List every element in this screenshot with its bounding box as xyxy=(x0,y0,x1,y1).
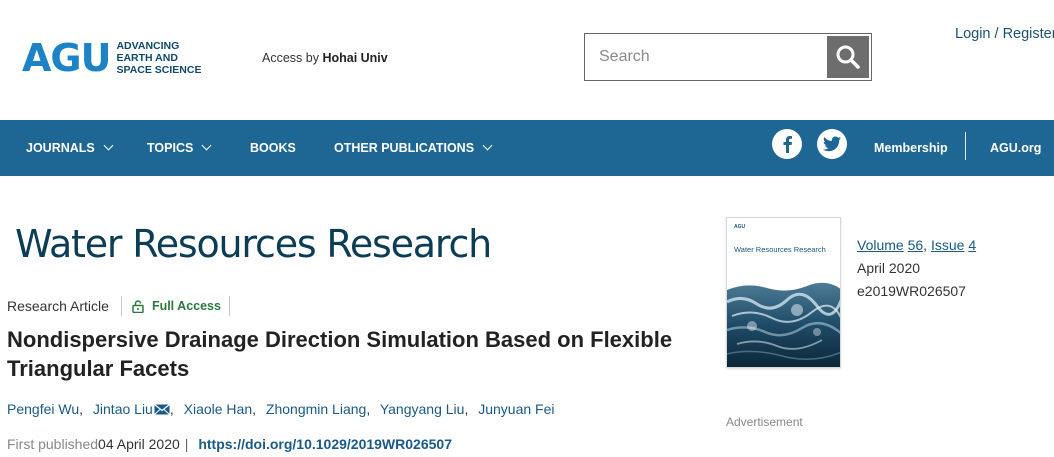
facebook-icon xyxy=(783,136,792,153)
issue-number-link[interactable]: 4 xyxy=(968,237,976,253)
nav-membership[interactable]: Membership xyxy=(874,120,948,176)
tagline-line-1: ADVANCING xyxy=(116,40,180,52)
twitter-link[interactable] xyxy=(817,129,847,159)
issue-date: April 2020 xyxy=(857,260,921,276)
nav-journals[interactable]: JOURNALS xyxy=(26,120,114,176)
issue-link[interactable]: Issue xyxy=(931,237,964,253)
nav-journals-label: JOURNALS xyxy=(26,141,95,155)
corresponding-author-mail-icon[interactable] xyxy=(153,402,170,415)
search-box xyxy=(584,33,872,81)
main-nav: JOURNALS TOPICS BOOKS OTHER PUBLICATIONS… xyxy=(0,120,1054,176)
cover-logo: AGU xyxy=(734,224,746,230)
cover-title: Water Resources Research xyxy=(734,245,826,254)
search-input[interactable] xyxy=(585,34,827,80)
tagline-line-3: SPACE SCIENCE xyxy=(116,64,202,76)
chevron-down-icon xyxy=(201,140,212,150)
doi-link[interactable]: https://doi.org/10.1029/2019WR026507 xyxy=(198,436,452,452)
chevron-down-icon xyxy=(482,140,493,150)
nav-other-publications[interactable]: OTHER PUBLICATIONS xyxy=(334,120,493,176)
author-link[interactable]: Pengfei Wu xyxy=(7,401,79,417)
institutional-access: Access by Hohai Univ xyxy=(262,51,388,65)
journal-cover[interactable]: AGU Water Resources Research xyxy=(726,217,841,368)
nav-books-label: BOOKS xyxy=(250,141,296,155)
login-register-link[interactable]: Login / Register xyxy=(955,26,1054,42)
article-meta: Research Article Full Access xyxy=(7,296,230,316)
agu-logo-tagline: ADVANCING EARTH AND SPACE SCIENCE xyxy=(116,40,216,76)
agu-logo-wordmark: AGU xyxy=(22,36,111,80)
publication-info: First published04 April 2020 | https://do… xyxy=(7,436,452,452)
nav-topics[interactable]: TOPICS xyxy=(147,120,212,176)
advertisement-label: Advertisement xyxy=(726,415,803,429)
full-access-badge: Full Access xyxy=(132,299,221,314)
search-icon xyxy=(836,45,860,69)
full-access-label: Full Access xyxy=(151,299,221,313)
issue-info: Volume 56, Issue 4 April 2020 e2019WR026… xyxy=(857,234,976,303)
unlock-icon xyxy=(132,300,144,314)
tagline-line-2: EARTH AND xyxy=(116,52,178,64)
author-link[interactable]: Yangyang Liu xyxy=(380,401,465,417)
first-published-date: 04 April 2020 xyxy=(98,436,180,452)
site-header: AGU ADVANCING EARTH AND SPACE SCIENCE Ac… xyxy=(0,0,1054,120)
volume-link[interactable]: Volume xyxy=(857,237,904,253)
author-list: Pengfei Wu, Jintao Liu, Xiaole Han, Zhon… xyxy=(7,401,555,417)
volume-issue-line: Volume 56, Issue 4 xyxy=(857,234,976,257)
volume-number-link[interactable]: 56 xyxy=(908,237,924,253)
article-id: e2019WR026507 xyxy=(857,283,966,299)
article-type: Research Article xyxy=(7,298,109,314)
access-institution: Hohai Univ xyxy=(322,51,388,65)
nav-books[interactable]: BOOKS xyxy=(250,120,296,176)
cover-ocean-image xyxy=(727,282,840,367)
nav-topics-label: TOPICS xyxy=(147,141,194,155)
search-button[interactable] xyxy=(827,36,869,78)
first-published-label: First published xyxy=(7,436,99,452)
nav-divider xyxy=(965,132,966,160)
twitter-icon xyxy=(823,136,841,152)
comma: , xyxy=(923,237,928,253)
pub-divider: | xyxy=(184,436,189,452)
author-link[interactable]: Zhongmin Liang xyxy=(266,401,366,417)
journal-title[interactable]: Water Resources Research xyxy=(15,222,492,266)
article-title: Nondispersive Drainage Direction Simulat… xyxy=(7,327,673,381)
meta-divider xyxy=(228,296,230,316)
author-link[interactable]: Jintao Liu xyxy=(93,401,153,417)
nav-other-publications-label: OTHER PUBLICATIONS xyxy=(334,141,475,155)
access-prefix: Access by xyxy=(262,51,319,65)
agu-logo[interactable]: AGU ADVANCING EARTH AND SPACE SCIENCE xyxy=(22,38,222,78)
facebook-link[interactable] xyxy=(772,129,802,159)
author-link[interactable]: Xiaole Han xyxy=(184,401,253,417)
author-link[interactable]: Junyuan Fei xyxy=(478,401,554,417)
chevron-down-icon xyxy=(103,140,114,150)
cover-header: AGU Water Resources Research xyxy=(727,218,840,288)
nav-agu-org[interactable]: AGU.org xyxy=(990,120,1041,176)
meta-divider xyxy=(120,296,122,316)
